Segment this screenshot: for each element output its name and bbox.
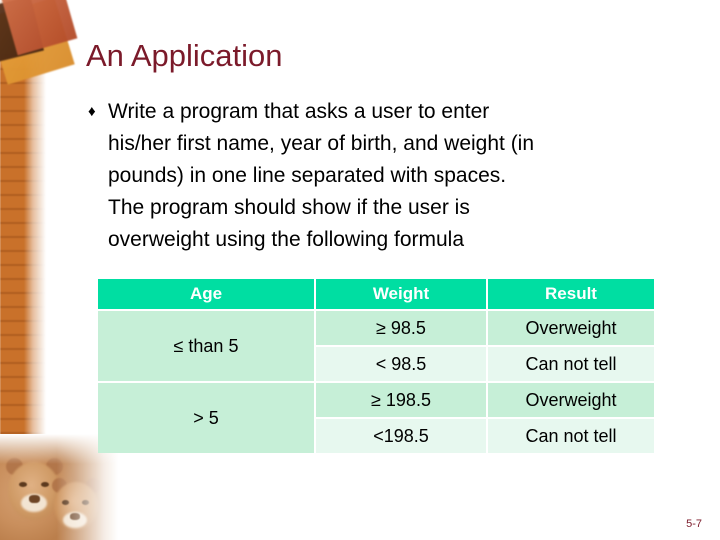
table-header-weight: Weight	[316, 279, 486, 309]
cell-weight: < 98.5	[316, 347, 486, 381]
table-header-result: Result	[488, 279, 654, 309]
table-row: ≤ than 5 ≥ 98.5 Overweight	[98, 311, 654, 381]
table-header-row: Age Weight Result	[98, 279, 654, 309]
page-number: 5-7	[686, 518, 702, 530]
bullet-line: pounds) in one line separated with space…	[108, 164, 507, 187]
bullet-paragraph: ♦ Write a program that asks a user to en…	[88, 96, 688, 256]
criteria-table: Age Weight Result ≤ than 5 ≥ 98.5 Overwe…	[96, 277, 656, 455]
cell-age-group: ≤ than 5	[98, 311, 314, 381]
bullet-line: Write a program that asks a user to ente…	[108, 100, 490, 123]
cell-result: Overweight	[488, 383, 654, 417]
cell-result: Overweight	[488, 311, 654, 345]
cell-age-group: > 5	[98, 383, 314, 453]
table-row: > 5 ≥ 198.5 Overweight	[98, 383, 654, 453]
cell-result: Can not tell	[488, 419, 654, 453]
bullet-line: The program should show if the user is	[108, 196, 470, 219]
cell-weight: ≥ 198.5	[316, 383, 486, 417]
bullet-text: Write a program that asks a user to ente…	[108, 96, 688, 256]
diamond-bullet-icon: ♦	[88, 103, 96, 120]
bullet-line: overweight using the following formula	[108, 228, 465, 251]
slide: An Application ♦ Write a program that as…	[0, 0, 720, 540]
cell-weight: <198.5	[316, 419, 486, 453]
bullet-line: his/her first name, year of birth, and w…	[108, 132, 535, 155]
cell-result: Can not tell	[488, 347, 654, 381]
page-title: An Application	[86, 38, 283, 73]
table-header-age: Age	[98, 279, 314, 309]
cell-weight: ≥ 98.5	[316, 311, 486, 345]
